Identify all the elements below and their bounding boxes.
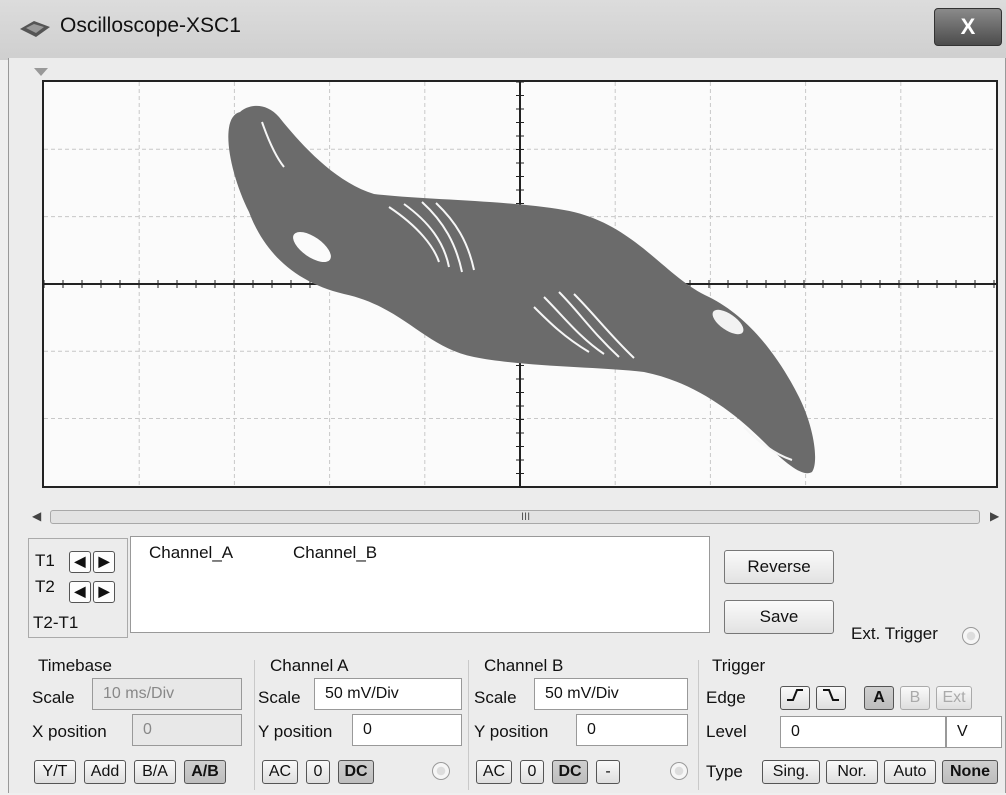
channel-b-scale-field[interactable]: 50 mV/Div [534, 678, 688, 710]
x-position-field[interactable]: 0 [132, 714, 242, 746]
edge-label: Edge [706, 688, 746, 707]
close-button[interactable]: X [934, 8, 1002, 46]
t2-label: T2 [35, 577, 55, 596]
channel-b-y-position-label: Y position [474, 722, 549, 741]
channel-a-group: Channel A Scale 50 mV/Div Y position 0 A… [256, 654, 468, 790]
display-mode-a-b-button[interactable]: A/B [184, 760, 226, 784]
oscilloscope-app-icon [20, 21, 50, 37]
trigger-type-nor-button[interactable]: Nor. [826, 760, 878, 784]
window-title: Oscilloscope-XSC1 [60, 14, 241, 37]
x-position-label: X position [32, 722, 107, 741]
measurement-readout: Channel_A Channel_B [130, 536, 710, 633]
channel-b-coupling-dc-button[interactable]: DC [552, 760, 588, 784]
scope-display [44, 82, 996, 486]
trigger-source-a-button[interactable]: A [864, 686, 894, 710]
readout-channel-a-header: Channel_A [149, 543, 234, 562]
t1-right-button[interactable]: ▶ [93, 551, 115, 573]
timebase-scale-label: Scale [32, 688, 75, 707]
timebase-scale-field[interactable]: 10 ms/Div [92, 678, 242, 710]
trigger-group: Trigger Edge A B Ext Level 0 V Type Sing. N… [700, 654, 1006, 790]
display-mode-add-button[interactable]: Add [84, 760, 126, 784]
level-label: Level [706, 722, 747, 741]
scroll-grip-icon: III [521, 511, 531, 523]
trigger-position-marker[interactable] [34, 68, 48, 76]
scroll-right-icon[interactable]: ▶ [990, 509, 999, 523]
group-divider [468, 660, 469, 790]
scroll-thumb[interactable]: III [50, 510, 980, 524]
ext-trigger-terminal[interactable] [962, 627, 980, 645]
channel-a-scale-label: Scale [258, 688, 301, 707]
channel-a-title: Channel A [270, 656, 349, 675]
trigger-title: Trigger [712, 656, 766, 675]
display-mode-y-t-button[interactable]: Y/T [34, 760, 76, 784]
trigger-level-field[interactable]: 0 [780, 716, 946, 748]
channel-a-scale-field[interactable]: 50 mV/Div [314, 678, 462, 710]
channel-b-coupling-gnd-button[interactable]: 0 [520, 760, 544, 784]
type-label: Type [706, 762, 743, 781]
save-button[interactable]: Save [724, 600, 834, 634]
reverse-button[interactable]: Reverse [724, 550, 834, 584]
readout-channel-b-header: Channel_B [293, 543, 378, 562]
cursor-controls: T1 ◀ ▶ T2 ◀ ▶ T2-T1 [28, 538, 128, 638]
timebase-title: Timebase [38, 656, 113, 675]
channel-a-y-position-field[interactable]: 0 [352, 714, 462, 746]
trigger-type-none-button[interactable]: None [942, 760, 998, 784]
channel-b-coupling-ac-button[interactable]: AC [476, 760, 512, 784]
channel-b-scale-label: Scale [474, 688, 517, 707]
timebase-group: Timebase Scale 10 ms/Div X position 0 Y/… [26, 654, 252, 790]
rising-edge-icon[interactable] [780, 686, 810, 710]
channel-b-y-position-field[interactable]: 0 [576, 714, 688, 746]
t2-left-button[interactable]: ◀ [69, 581, 91, 603]
channel-a-terminal[interactable] [432, 762, 450, 780]
channel-a-y-position-label: Y position [258, 722, 333, 741]
t2-right-button[interactable]: ▶ [93, 581, 115, 603]
falling-edge-icon[interactable] [816, 686, 846, 710]
display-mode-b-a-button[interactable]: B/A [134, 760, 176, 784]
channel-b-coupling-invert-button[interactable]: - [596, 760, 620, 784]
t1-left-button[interactable]: ◀ [69, 551, 91, 573]
t2-t1-label: T2-T1 [33, 613, 79, 632]
channel-a-coupling-dc-button[interactable]: DC [338, 760, 374, 784]
trigger-source-b-button[interactable]: B [900, 686, 930, 710]
t1-label: T1 [35, 551, 55, 570]
group-divider [254, 660, 255, 790]
channel-b-title: Channel B [484, 656, 564, 675]
horizontal-scrollbar[interactable]: ◀ III ▶ [28, 506, 1004, 528]
trigger-level-unit[interactable]: V [946, 716, 1002, 748]
channel-a-coupling-gnd-button[interactable]: 0 [306, 760, 330, 784]
scroll-left-icon[interactable]: ◀ [32, 509, 41, 523]
group-divider [698, 660, 699, 790]
trigger-type-sing-button[interactable]: Sing. [762, 760, 820, 784]
oscilloscope-screen [42, 80, 998, 488]
channel-b-terminal[interactable] [670, 762, 688, 780]
title-bar: Oscilloscope-XSC1 X [0, 0, 1006, 60]
trigger-type-auto-button[interactable]: Auto [884, 760, 936, 784]
trigger-source-ext-button[interactable]: Ext [936, 686, 972, 710]
ext-trigger-label: Ext. Trigger [851, 624, 938, 643]
channel-b-group: Channel B Scale 50 mV/Div Y position 0 A… [470, 654, 696, 790]
channel-a-coupling-ac-button[interactable]: AC [262, 760, 298, 784]
